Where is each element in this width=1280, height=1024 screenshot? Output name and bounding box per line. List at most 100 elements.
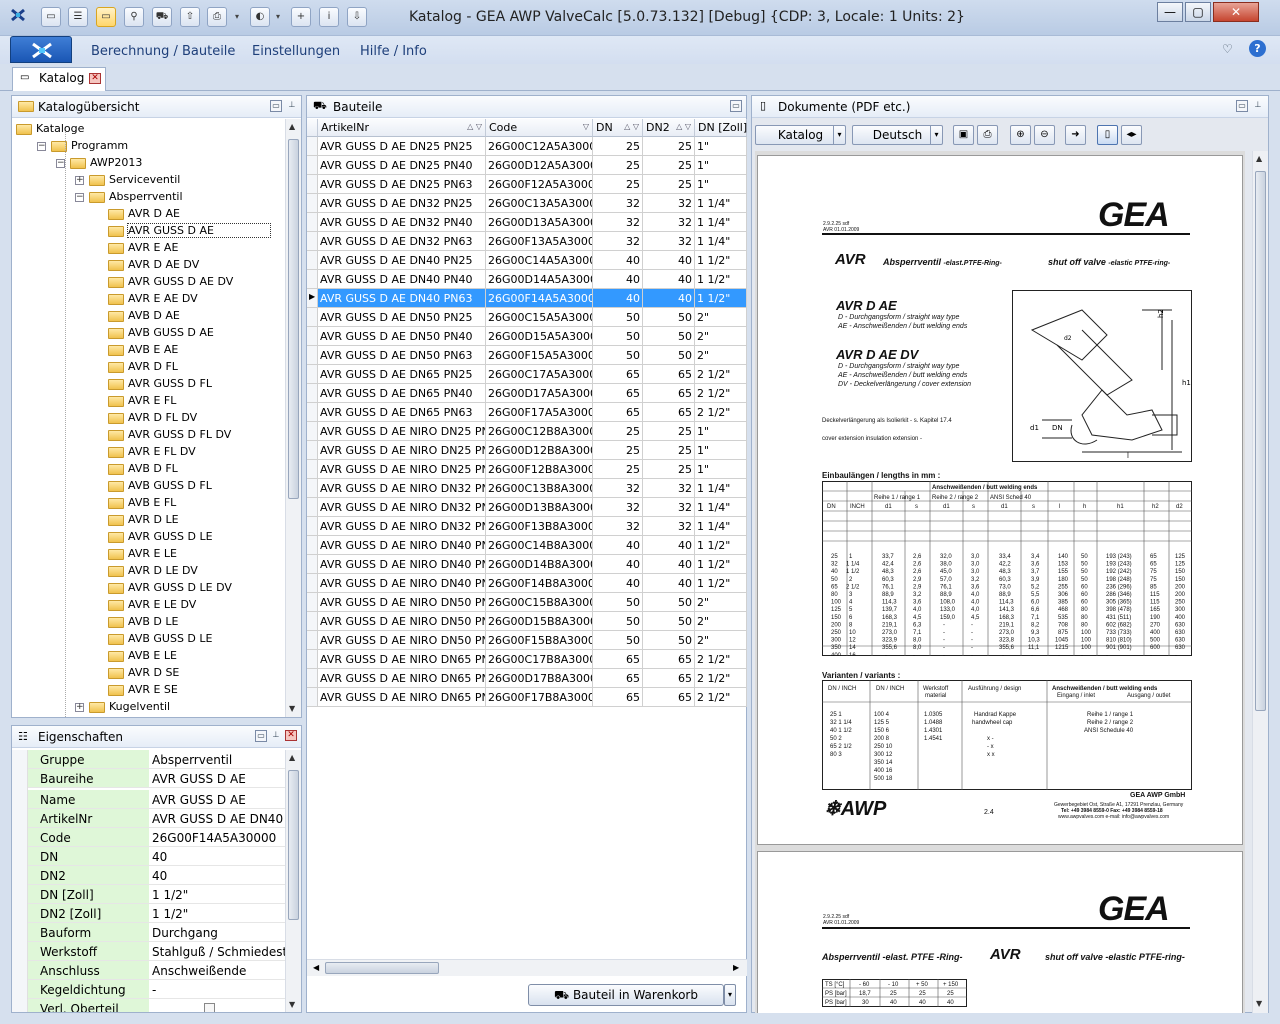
property-value[interactable]: 1 1/2" — [149, 885, 285, 904]
property-value[interactable]: Stahlguß / Schmiedestahl — [149, 942, 285, 961]
row-indicator[interactable] — [307, 365, 318, 384]
tab-katalog[interactable]: ▭ Katalog ✕ — [12, 67, 106, 91]
tree-node[interactable]: AVR E AE DV — [108, 291, 198, 308]
tree-node[interactable]: − Absperrventil — [75, 189, 183, 206]
collapse-icon[interactable]: − — [37, 142, 46, 151]
tree-node[interactable]: + Serviceventil — [75, 172, 180, 189]
row-indicator[interactable] — [307, 251, 318, 270]
property-value[interactable]: AVR GUSS D AE — [149, 769, 285, 788]
row-indicator[interactable] — [307, 555, 318, 574]
pin-icon[interactable]: ⊥ — [286, 100, 298, 112]
tree-node[interactable]: AVB D FL — [108, 461, 178, 478]
tree-node[interactable]: AVR E LE — [108, 546, 177, 563]
filter-icon[interactable]: ▽ — [583, 122, 589, 131]
column-header[interactable]: DN △ ▽ — [593, 119, 643, 137]
property-value[interactable]: 40 — [149, 866, 285, 885]
row-indicator[interactable] — [307, 593, 318, 612]
scroll-down-icon[interactable]: ▼ — [289, 1000, 295, 1009]
tree-node[interactable]: AVR E FL — [108, 393, 176, 410]
column-header[interactable]: DN [Zoll] — [695, 119, 747, 137]
zoom-in-icon[interactable]: ⊕ — [1010, 125, 1031, 145]
collapse-icon[interactable]: − — [75, 193, 84, 202]
scroll-thumb[interactable] — [1255, 171, 1266, 711]
row-indicator[interactable] — [307, 688, 318, 707]
row-indicator[interactable] — [307, 194, 318, 213]
property-value[interactable]: 40 — [149, 847, 285, 866]
menu-hilfe[interactable]: Hilfe / Info — [360, 44, 427, 59]
property-value[interactable]: AVR GUSS D AE DN40 PN63 — [149, 809, 285, 828]
property-value[interactable]: Absperrventil — [149, 750, 285, 769]
tree-node[interactable]: AVB GUSS D AE — [108, 325, 214, 342]
globe-dropdown-icon[interactable]: ▾ — [276, 12, 284, 22]
tree-node[interactable]: AVB D LE — [108, 614, 178, 631]
row-indicator[interactable] — [307, 498, 318, 517]
next-page-icon[interactable]: ➜ — [1065, 125, 1086, 145]
tree-node[interactable]: − AWP2013 — [56, 155, 142, 172]
scroll-thumb[interactable] — [325, 962, 439, 974]
row-indicator[interactable] — [307, 479, 318, 498]
tree-node[interactable]: AVB D AE — [108, 308, 180, 325]
scroll-thumb[interactable] — [288, 770, 299, 920]
page-width-icon[interactable]: ◂▸ — [1121, 125, 1142, 145]
row-indicator[interactable] — [307, 232, 318, 251]
tree-node[interactable]: AVB GUSS D LE — [108, 631, 212, 648]
tree-scrollbar[interactable]: ▲ ▼ — [285, 119, 301, 717]
tree-node[interactable]: AVR E LE DV — [108, 597, 196, 614]
row-indicator[interactable] — [307, 650, 318, 669]
tree-node[interactable]: AVR GUSS D FL — [108, 376, 212, 393]
scroll-down-icon[interactable]: ▼ — [1256, 999, 1262, 1008]
application-menu-button[interactable] — [10, 36, 72, 63]
column-header[interactable]: ArtikelNr △ ▽ — [318, 119, 486, 137]
tree-node[interactable]: AVR GUSS D LE — [108, 529, 213, 546]
language-combo[interactable]: Deutsch ▾ — [852, 125, 943, 145]
panel-options-icon[interactable]: ▭ — [270, 100, 282, 112]
column-header[interactable]: Code ▽ — [486, 119, 593, 137]
panel-options-icon[interactable]: ▭ — [1236, 100, 1248, 112]
new-icon[interactable]: ▭ — [41, 7, 61, 27]
tree-node[interactable]: AVR E AE — [108, 240, 178, 257]
property-value[interactable]: Durchgang — [149, 923, 285, 942]
zoom-out-icon[interactable]: ⊖ — [1034, 125, 1055, 145]
row-indicator[interactable] — [307, 460, 318, 479]
row-indicator[interactable] — [307, 536, 318, 555]
tree-node[interactable]: AVB E AE — [108, 342, 178, 359]
tree-node[interactable]: AVR GUSS D FL DV — [108, 427, 231, 444]
column-header[interactable]: DN2 △ ▽ — [643, 119, 695, 137]
single-page-icon[interactable]: ▯ — [1097, 125, 1118, 145]
scroll-down-icon[interactable]: ▼ — [289, 704, 295, 713]
property-value[interactable]: - — [149, 980, 285, 999]
upload-icon[interactable]: ⇧ — [180, 7, 200, 27]
tree-node[interactable]: AVR D FL DV — [108, 410, 197, 427]
globe-icon[interactable]: ◐ — [250, 7, 270, 27]
row-indicator[interactable] — [307, 346, 318, 365]
list-icon[interactable]: ☰ — [68, 7, 88, 27]
row-indicator[interactable] — [307, 669, 318, 688]
print-icon[interactable]: ⎙ — [977, 125, 998, 145]
row-indicator[interactable] — [307, 631, 318, 650]
row-indicator[interactable] — [307, 137, 318, 156]
search-icon[interactable]: ⚲ — [124, 7, 144, 27]
filter-icon[interactable]: △ ▽ — [624, 122, 639, 131]
collapse-icon[interactable]: − — [56, 159, 65, 168]
row-indicator[interactable] — [307, 517, 318, 536]
download-icon[interactable]: ⇩ — [347, 7, 367, 27]
row-indicator[interactable] — [307, 384, 318, 403]
tree-node[interactable]: AVR GUSS D AE DV — [108, 274, 233, 291]
row-indicator[interactable]: ▶ — [307, 289, 318, 308]
row-indicator[interactable] — [307, 156, 318, 175]
panel-options-icon[interactable]: ▭ — [255, 730, 267, 742]
tree-node[interactable]: AVR D LE DV — [108, 563, 198, 580]
menu-einstellungen[interactable]: Einstellungen — [252, 44, 340, 59]
add-icon[interactable]: + — [291, 7, 311, 27]
row-indicator[interactable] — [307, 422, 318, 441]
tree-node[interactable]: AVR GUSS D AE — [108, 223, 271, 240]
scroll-right-icon[interactable]: ▶ — [733, 963, 739, 972]
tree-node[interactable]: AVR D AE — [108, 206, 180, 223]
tree-node[interactable]: AVR E FL DV — [108, 444, 196, 461]
filter-icon[interactable]: △ ▽ — [467, 122, 482, 131]
row-indicator[interactable] — [307, 574, 318, 593]
tree-node[interactable]: AVR D AE DV — [108, 257, 199, 274]
tree-node[interactable]: − Programm — [37, 138, 128, 155]
pdf-viewer[interactable]: GEA 2.9.2.25 sdf AVR 01.01.2009 AVR Absp… — [755, 151, 1245, 1013]
filter-icon[interactable]: △ ▽ — [676, 122, 691, 131]
